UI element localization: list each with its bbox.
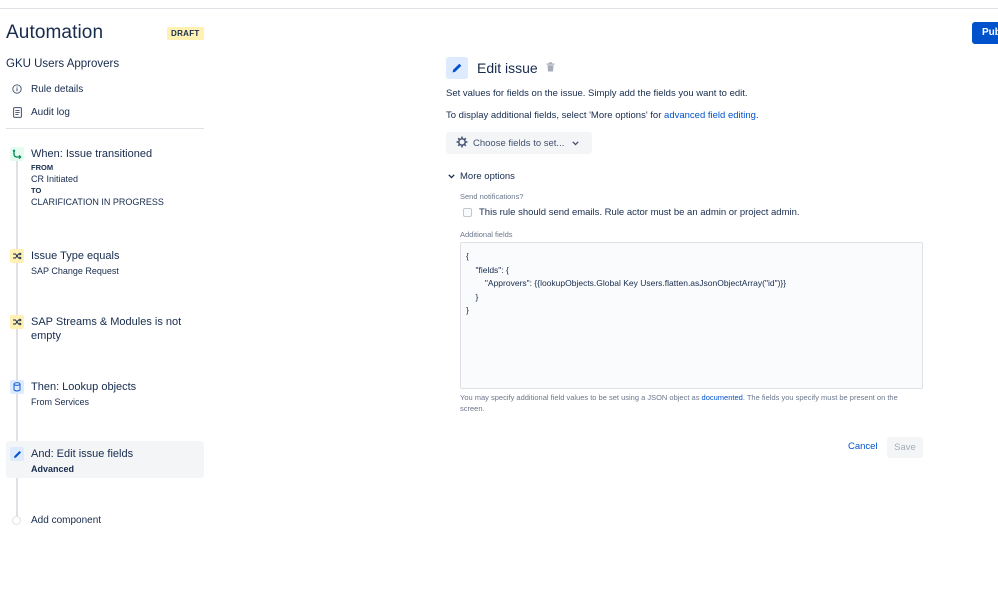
gear-icon [456, 136, 468, 151]
component-title: And: Edit issue fields [31, 448, 134, 460]
edit-description: Set values for fields on the issue. Simp… [446, 88, 748, 99]
send-emails-checkbox-row[interactable]: This rule should send emails. Rule actor… [463, 207, 800, 218]
component-action-lookup[interactable]: Then: Lookup objects From Services [6, 380, 204, 408]
documented-link[interactable]: documented [702, 393, 743, 402]
component-title-continued: empty [31, 330, 61, 342]
info-icon [11, 83, 23, 95]
add-component-dot [12, 516, 21, 525]
pencil-icon [10, 447, 24, 461]
additional-fields-editor[interactable]: { "fields": { "Approvers": {{lookupObjec… [460, 242, 923, 389]
component-condition-issue-type[interactable]: Issue Type equals SAP Change Request [6, 249, 204, 277]
rule-details-link[interactable]: Rule details [11, 83, 83, 95]
shuffle-icon [10, 315, 24, 329]
audit-log-link[interactable]: Audit log [11, 106, 70, 118]
more-options-label: More options [460, 171, 515, 182]
component-title: Issue Type equals [31, 250, 120, 262]
rule-details-label: Rule details [31, 83, 84, 95]
component-title: When: Issue transitioned [31, 148, 153, 160]
shuffle-icon [10, 249, 24, 263]
from-value: CR Initiated [31, 174, 79, 184]
top-bar [0, 0, 998, 9]
publish-button[interactable]: Pub [972, 22, 998, 44]
save-button[interactable]: Save [887, 437, 923, 458]
trash-icon[interactable] [546, 59, 555, 77]
from-label: FROM [31, 163, 54, 172]
page-title: Automation [6, 22, 104, 43]
hint-text: To display additional fields, select 'Mo… [446, 110, 665, 121]
choose-fields-label: Choose fields to set... [473, 137, 565, 149]
status-badge: DRAFT [167, 27, 204, 40]
component-trigger[interactable]: When: Issue transitioned FROM CR Initiat… [6, 147, 204, 208]
send-notifications-label: Send notifications? [460, 192, 524, 201]
cancel-button[interactable]: Cancel [848, 441, 878, 452]
component-action-edit-issue[interactable]: And: Edit issue fields Advanced [6, 441, 204, 478]
transition-icon [10, 147, 24, 161]
choose-fields-button[interactable]: Choose fields to set... [446, 132, 592, 154]
more-options-hint: To display additional fields, select 'Mo… [446, 110, 759, 121]
clipboard-icon [11, 106, 23, 118]
edit-issue-header: Edit issue [446, 57, 555, 79]
advanced-field-editing-link[interactable]: advanced field editing [664, 110, 756, 121]
additional-fields-help: You may specify additional field values … [460, 392, 923, 414]
component-title: SAP Streams & Modules is not [31, 316, 182, 328]
rule-name: GKU Users Approvers [6, 58, 120, 70]
sidebar-divider [6, 128, 204, 129]
send-emails-text: This rule should send emails. Rule actor… [479, 207, 800, 218]
chevron-down-icon [572, 138, 580, 149]
component-condition-streams[interactable]: SAP Streams & Modules is not empty [6, 315, 204, 343]
to-label: TO [31, 186, 42, 195]
pencil-icon [446, 57, 468, 79]
edit-issue-title: Edit issue [477, 60, 538, 76]
audit-log-label: Audit log [31, 106, 70, 118]
component-subtitle: From Services [31, 397, 90, 407]
component-title: Then: Lookup objects [31, 381, 137, 393]
to-value: CLARIFICATION IN PROGRESS [31, 197, 164, 207]
component-subtitle: Advanced [31, 464, 75, 474]
send-emails-checkbox[interactable] [463, 208, 472, 217]
component-subtitle: SAP Change Request [31, 266, 119, 276]
chevron-down-icon [448, 171, 455, 182]
cylinder-icon [10, 380, 24, 394]
additional-fields-label: Additional fields [460, 230, 513, 239]
hint-suffix: . [755, 110, 759, 121]
help-text: You may specify additional field values … [460, 393, 702, 402]
more-options-toggle[interactable]: More options [448, 171, 515, 182]
add-component-button[interactable]: Add component [12, 515, 101, 526]
add-component-label: Add component [31, 515, 102, 526]
